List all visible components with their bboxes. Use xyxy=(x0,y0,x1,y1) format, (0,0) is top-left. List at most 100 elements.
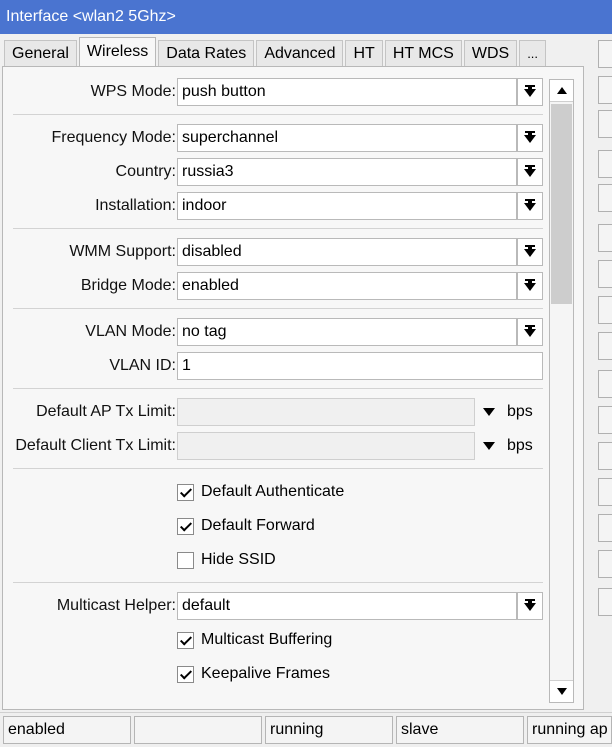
default-ap-tx-limit-input[interactable] xyxy=(177,398,475,426)
unit-label: bps xyxy=(507,437,533,454)
scroll-up-button[interactable] xyxy=(550,80,573,102)
bridge-mode-select[interactable]: enabled xyxy=(177,272,517,300)
status-bar: enabled running slave running ap xyxy=(0,712,612,747)
multicast-helper-row: Multicast Helper: default xyxy=(3,592,563,620)
wps-mode-row: WPS Mode: push button xyxy=(3,78,563,106)
dialog-button[interactable] xyxy=(598,370,612,398)
tab-wireless[interactable]: Wireless xyxy=(78,37,157,67)
vlan-id-input[interactable]: 1 xyxy=(177,352,543,380)
frequency-mode-select[interactable]: superchannel xyxy=(177,124,517,152)
vlan-mode-row: VLAN Mode: no tag xyxy=(3,318,563,346)
expand-arrow-icon[interactable] xyxy=(483,408,495,416)
default-client-tx-limit-row: Default Client Tx Limit: bps xyxy=(3,432,563,460)
default-authenticate-label: Default Authenticate xyxy=(201,483,345,500)
country-select[interactable]: russia3 xyxy=(177,158,517,186)
installation-label: Installation: xyxy=(95,197,176,214)
status-cell-enabled: enabled xyxy=(3,716,131,744)
status-cell-slave: slave xyxy=(396,716,524,744)
installation-row: Installation: indoor xyxy=(3,192,563,220)
wmm-support-select[interactable]: disabled xyxy=(177,238,517,266)
dialog-button[interactable] xyxy=(598,260,612,288)
arrow-up-icon xyxy=(556,87,567,94)
tab-bar: General Wireless Data Rates Advanced HT … xyxy=(4,37,548,67)
vlan-mode-select[interactable]: no tag xyxy=(177,318,517,346)
multicast-helper-label: Multicast Helper: xyxy=(56,597,176,614)
dialog-button[interactable] xyxy=(598,406,612,434)
tab-ht-mcs[interactable]: HT MCS xyxy=(384,40,462,66)
frequency-mode-dropdown-button[interactable] xyxy=(517,124,543,152)
dialog-button[interactable] xyxy=(598,588,612,616)
dropdown-arrow-icon xyxy=(524,245,536,259)
dropdown-arrow-icon xyxy=(524,199,536,213)
tab-advanced[interactable]: Advanced xyxy=(256,40,344,66)
default-ap-tx-limit-label: Default AP Tx Limit: xyxy=(36,403,176,420)
dropdown-arrow-icon xyxy=(524,131,536,145)
vlan-mode-dropdown-button[interactable] xyxy=(517,318,543,346)
multicast-helper-dropdown-button[interactable] xyxy=(517,592,543,620)
dialog-button[interactable] xyxy=(598,478,612,506)
status-cell-running: running xyxy=(265,716,393,744)
expand-arrow-icon[interactable] xyxy=(483,442,495,450)
dialog-button[interactable] xyxy=(598,110,612,138)
vertical-scrollbar[interactable] xyxy=(549,79,574,703)
wps-mode-dropdown-button[interactable] xyxy=(517,78,543,106)
dropdown-arrow-icon xyxy=(524,165,536,179)
tab-more[interactable]: ... xyxy=(519,40,547,66)
wireless-settings-panel: WPS Mode: push button Frequency Mode: su… xyxy=(2,66,584,710)
dialog-button[interactable] xyxy=(598,224,612,252)
default-client-tx-limit-input[interactable] xyxy=(177,432,475,460)
vlan-id-label: VLAN ID: xyxy=(109,357,176,374)
dialog-button[interactable] xyxy=(598,550,612,578)
dialog-button[interactable] xyxy=(598,296,612,324)
default-authenticate-checkbox[interactable]: Default Authenticate xyxy=(177,478,344,506)
scrollbar-thumb[interactable] xyxy=(551,104,572,304)
default-ap-tx-limit-row: Default AP Tx Limit: bps xyxy=(3,398,563,426)
tab-data-rates[interactable]: Data Rates xyxy=(158,40,255,66)
country-dropdown-button[interactable] xyxy=(517,158,543,186)
country-label: Country: xyxy=(115,163,176,180)
status-cell-running-ap: running ap xyxy=(527,716,612,744)
wmm-support-label: WMM Support: xyxy=(69,243,176,260)
wps-mode-label: WPS Mode: xyxy=(90,83,176,100)
default-forward-checkbox[interactable]: Default Forward xyxy=(177,512,315,540)
dialog-button[interactable] xyxy=(598,150,612,178)
tab-ht[interactable]: HT xyxy=(345,40,383,66)
dropdown-arrow-icon xyxy=(524,325,536,339)
wps-mode-select[interactable]: push button xyxy=(177,78,517,106)
tab-wds[interactable]: WDS xyxy=(463,40,518,66)
divider xyxy=(13,468,543,469)
hide-ssid-checkbox[interactable]: Hide SSID xyxy=(177,546,276,574)
keepalive-frames-label: Keepalive Frames xyxy=(201,665,330,682)
bridge-mode-dropdown-button[interactable] xyxy=(517,272,543,300)
multicast-helper-select[interactable]: default xyxy=(177,592,517,620)
vlan-id-row: VLAN ID: 1 xyxy=(3,352,563,380)
dialog-button[interactable] xyxy=(598,332,612,360)
checkbox-checked-icon xyxy=(177,517,194,535)
default-client-tx-limit-label: Default Client Tx Limit: xyxy=(15,437,176,454)
wmm-support-row: WMM Support: disabled xyxy=(3,238,563,266)
multicast-buffering-checkbox[interactable]: Multicast Buffering xyxy=(177,626,332,654)
keepalive-frames-checkbox[interactable]: Keepalive Frames xyxy=(177,660,330,688)
checkbox-checked-icon xyxy=(177,483,194,501)
window-title: Interface <wlan2 5Ghz> xyxy=(0,0,612,34)
frequency-mode-label: Frequency Mode: xyxy=(51,129,176,146)
tab-general[interactable]: General xyxy=(4,40,77,66)
country-row: Country: russia3 xyxy=(3,158,563,186)
installation-select[interactable]: indoor xyxy=(177,192,517,220)
dropdown-arrow-icon xyxy=(524,279,536,293)
dialog-button[interactable] xyxy=(598,514,612,542)
arrow-down-icon xyxy=(556,688,567,695)
scroll-down-button[interactable] xyxy=(550,680,573,702)
dialog-button[interactable] xyxy=(598,76,612,104)
wmm-support-dropdown-button[interactable] xyxy=(517,238,543,266)
dialog-button[interactable] xyxy=(598,442,612,470)
multicast-buffering-label: Multicast Buffering xyxy=(201,631,333,648)
vlan-mode-label: VLAN Mode: xyxy=(85,323,176,340)
installation-dropdown-button[interactable] xyxy=(517,192,543,220)
dialog-button[interactable] xyxy=(598,184,612,212)
checkbox-unchecked-icon xyxy=(177,551,194,569)
dialog-button[interactable] xyxy=(598,40,612,68)
hide-ssid-label: Hide SSID xyxy=(201,551,276,568)
divider xyxy=(13,228,543,229)
dropdown-arrow-icon xyxy=(524,85,536,99)
